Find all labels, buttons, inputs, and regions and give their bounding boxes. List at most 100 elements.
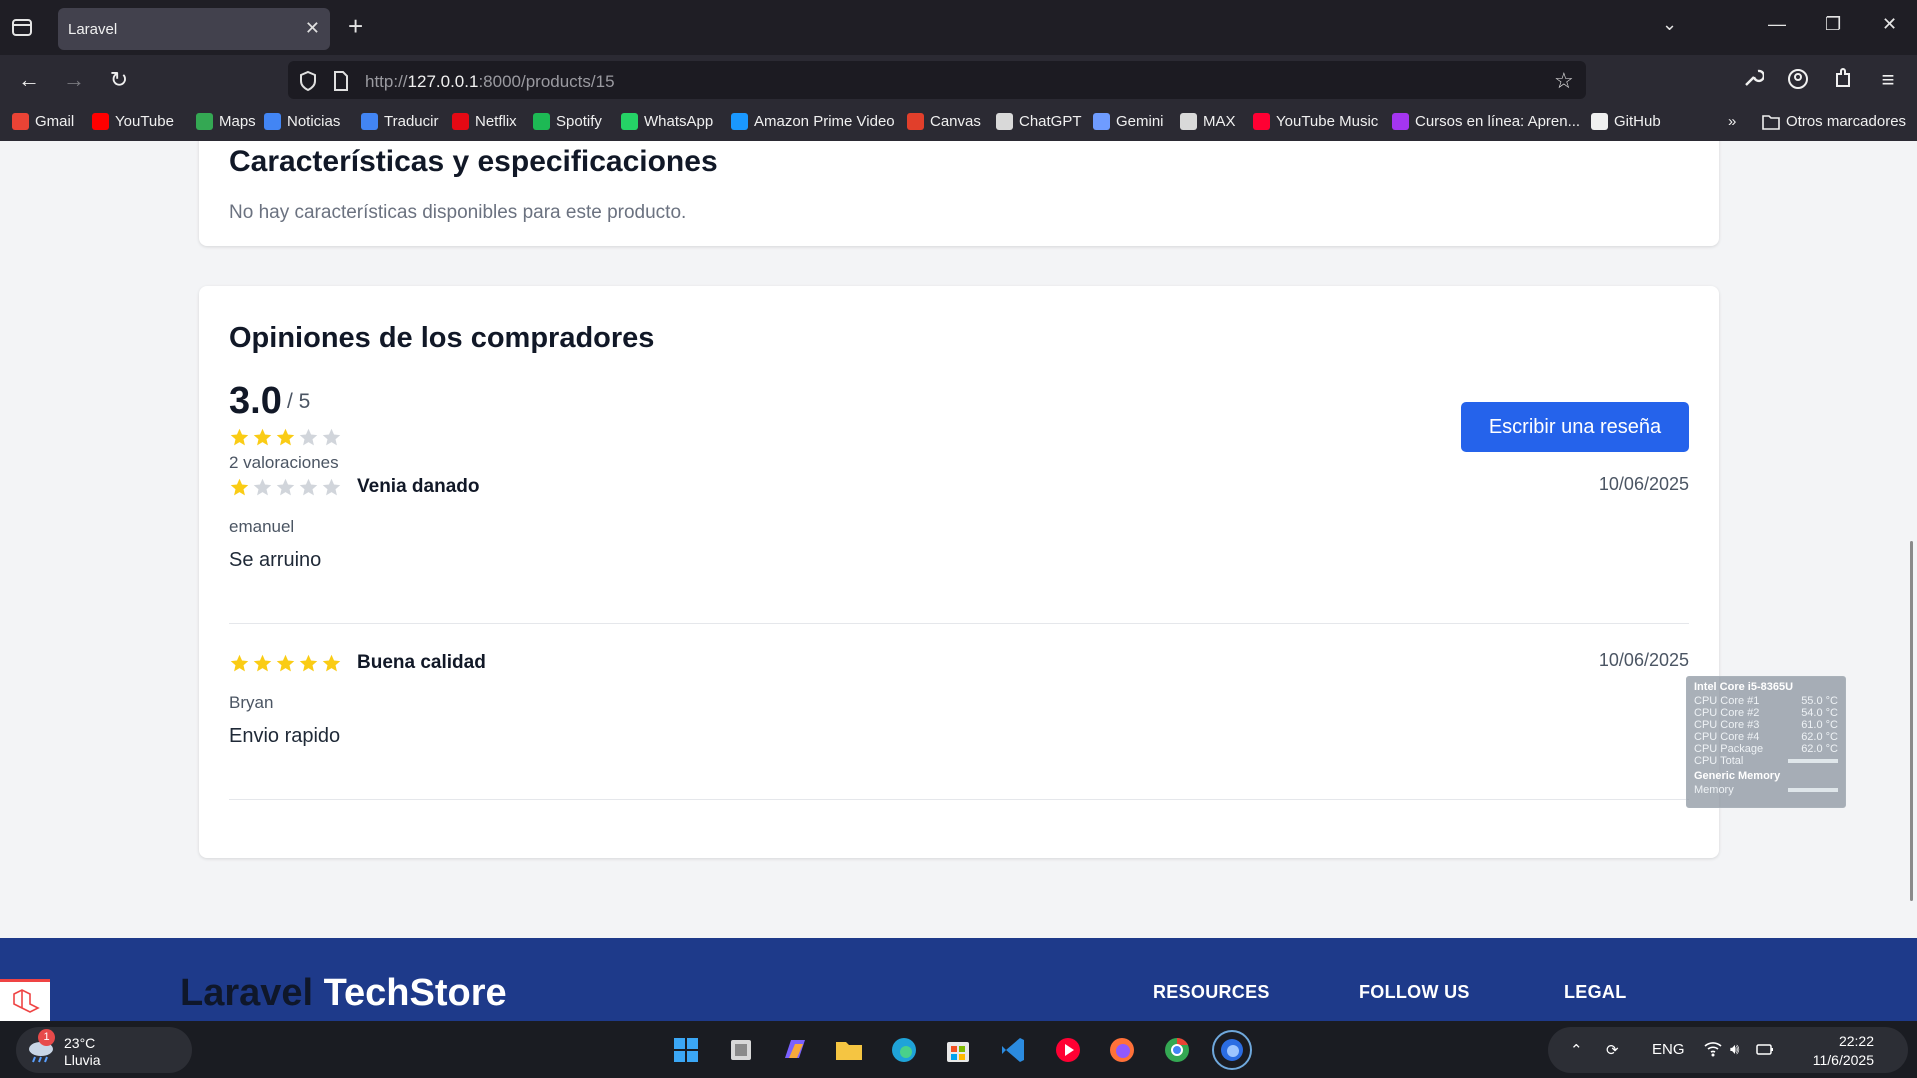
cpu-reading-row: CPU Core #4 62.0 °C [1694, 731, 1838, 743]
volume-icon[interactable]: 🔊︎ [1730, 1041, 1739, 1058]
review-title: Buena calidad [357, 652, 486, 673]
review-body: Se arruino [229, 549, 322, 571]
tab-title: Laravel [68, 21, 118, 38]
bookmark-item[interactable]: Gemini [1093, 113, 1164, 130]
wifi-icon[interactable] [1704, 1041, 1722, 1061]
bookmark-label: Netflix [475, 113, 517, 130]
task-view-icon[interactable] [721, 1030, 761, 1070]
star-filled-icon [253, 654, 272, 672]
account-icon[interactable] [1785, 67, 1811, 93]
file-explorer-icon[interactable] [829, 1030, 869, 1070]
bookmark-favicon-icon [731, 113, 748, 130]
bookmark-label: YouTube [115, 113, 174, 130]
forward-icon[interactable]: → [61, 67, 87, 93]
bookmark-item[interactable]: WhatsApp [621, 113, 713, 130]
vscode-icon[interactable] [993, 1030, 1033, 1070]
footer-follow-heading: FOLLOW US [1359, 982, 1470, 1002]
bookmark-star-icon[interactable]: ☆ [1554, 70, 1576, 92]
cpu-reading-row: CPU Core #3 61.0 °C [1694, 719, 1838, 731]
review-date: 10/06/2025 [1598, 474, 1689, 494]
other-bookmarks-label: Otros marcadores [1786, 113, 1907, 130]
bookmark-favicon-icon [1093, 113, 1110, 130]
sync-icon[interactable]: ⟳ [1606, 1041, 1619, 1059]
battery-icon[interactable] [1756, 1041, 1774, 1061]
bookmark-item[interactable]: ChatGPT [996, 113, 1082, 130]
address-bar[interactable]: http://127.0.0.1:8000/products/15 ☆ [288, 61, 1586, 99]
bookmark-item[interactable]: GitHub [1591, 113, 1661, 130]
shield-icon[interactable] [298, 70, 320, 92]
average-star-rating [229, 427, 342, 448]
restore-icon[interactable]: ❐ [1825, 14, 1841, 34]
url-text: http://127.0.0.1:8000/products/15 [365, 72, 615, 91]
bookmark-item[interactable]: YouTube Music [1253, 113, 1378, 130]
bookmark-item[interactable]: Noticias [264, 113, 340, 130]
average-rating-max: / 5 [287, 390, 311, 413]
cpu-reading-row: CPU Core #2 54.0 °C [1694, 707, 1838, 719]
star-empty-icon [276, 478, 295, 496]
minimize-icon[interactable]: — [1768, 14, 1786, 34]
bookmark-item[interactable]: Gmail [12, 113, 74, 130]
bookmark-item[interactable]: Traducir [361, 113, 438, 130]
star-filled-icon [230, 478, 249, 496]
window-close-icon[interactable]: ✕ [1882, 14, 1897, 34]
bookmark-item[interactable]: Maps [196, 113, 256, 130]
bookmark-item[interactable]: MAX [1180, 113, 1236, 130]
bookmark-label: Gmail [35, 113, 75, 130]
star-empty-icon [253, 478, 272, 496]
bookmark-item[interactable]: Spotify [533, 113, 602, 130]
chrome-icon[interactable] [1157, 1030, 1197, 1070]
browser-tab-active[interactable]: Laravel ✕ [58, 8, 330, 50]
bookmarks-overflow-icon[interactable]: » [1728, 113, 1736, 130]
bookmark-item[interactable]: Cursos en línea: Apren... [1392, 113, 1580, 130]
firefox-icon[interactable] [1102, 1030, 1142, 1070]
bookmark-label: YouTube Music [1276, 113, 1379, 130]
other-bookmarks[interactable]: Otros marcadores [1762, 113, 1906, 130]
star-filled-icon [276, 654, 295, 672]
page-scrollbar[interactable] [1910, 541, 1913, 901]
weather-widget[interactable]: 1 23°C Lluvia [16, 1027, 192, 1073]
cpu-total-row: CPU Total [1694, 755, 1838, 767]
system-clock[interactable]: 22:22 11/6/2025 [1813, 1032, 1874, 1070]
write-review-button[interactable]: Escribir una reseña [1461, 402, 1689, 452]
copilot-icon[interactable] [775, 1030, 815, 1070]
new-tab-icon[interactable]: + [348, 12, 363, 40]
tab-overflow-chevron-icon[interactable]: ⌄ [1662, 14, 1677, 34]
bookmark-favicon-icon [1253, 113, 1270, 130]
specs-title: Características y especificaciones [229, 145, 718, 178]
bookmark-label: ChatGPT [1019, 113, 1082, 130]
start-icon[interactable] [666, 1030, 706, 1070]
star-filled-icon [276, 428, 295, 446]
edge-icon[interactable] [884, 1030, 924, 1070]
cpu-readings: CPU Core #1 55.0 °C CPU Core #2 54.0 °C CPU … [1694, 695, 1838, 755]
wrench-icon[interactable] [1740, 67, 1766, 93]
bookmark-favicon-icon [361, 113, 378, 130]
menu-icon[interactable]: ≡ [1875, 67, 1901, 93]
bookmark-item[interactable]: Amazon Prime Video [731, 113, 895, 130]
footer-logo[interactable]: Laravel TechStore [180, 972, 507, 1015]
bookmark-favicon-icon [533, 113, 550, 130]
back-icon[interactable]: ← [16, 67, 42, 93]
reviews-card: Opiniones de los compradores 3.0 / 5 2 v… [199, 286, 1719, 858]
page-info-icon[interactable] [332, 70, 354, 92]
star-filled-icon [230, 428, 249, 446]
bookmark-favicon-icon [996, 113, 1013, 130]
bookmark-favicon-icon [907, 113, 924, 130]
tab-list-icon[interactable] [10, 16, 36, 40]
bookmark-item[interactable]: Canvas [907, 113, 981, 130]
bookmark-item[interactable]: YouTube [92, 113, 174, 130]
language-indicator[interactable]: ENG [1652, 1041, 1685, 1058]
tray-chevron-up-icon[interactable]: ⌃ [1570, 1041, 1583, 1059]
extensions-icon[interactable] [1830, 67, 1856, 93]
reload-icon[interactable]: ↻ [106, 67, 132, 93]
review-title: Venia danado [357, 476, 480, 497]
bookmark-item[interactable]: Netflix [452, 113, 517, 130]
bookmark-favicon-icon [12, 113, 29, 130]
firefox-developer-icon[interactable] [1212, 1030, 1252, 1070]
laravel-logo-icon[interactable] [0, 979, 50, 1021]
star-empty-icon [322, 428, 341, 446]
star-filled-icon [299, 654, 318, 672]
store-icon[interactable] [938, 1030, 978, 1070]
tab-close-icon[interactable]: ✕ [305, 19, 320, 37]
folder-icon [1762, 114, 1780, 130]
youtube-music-icon[interactable] [1048, 1030, 1088, 1070]
